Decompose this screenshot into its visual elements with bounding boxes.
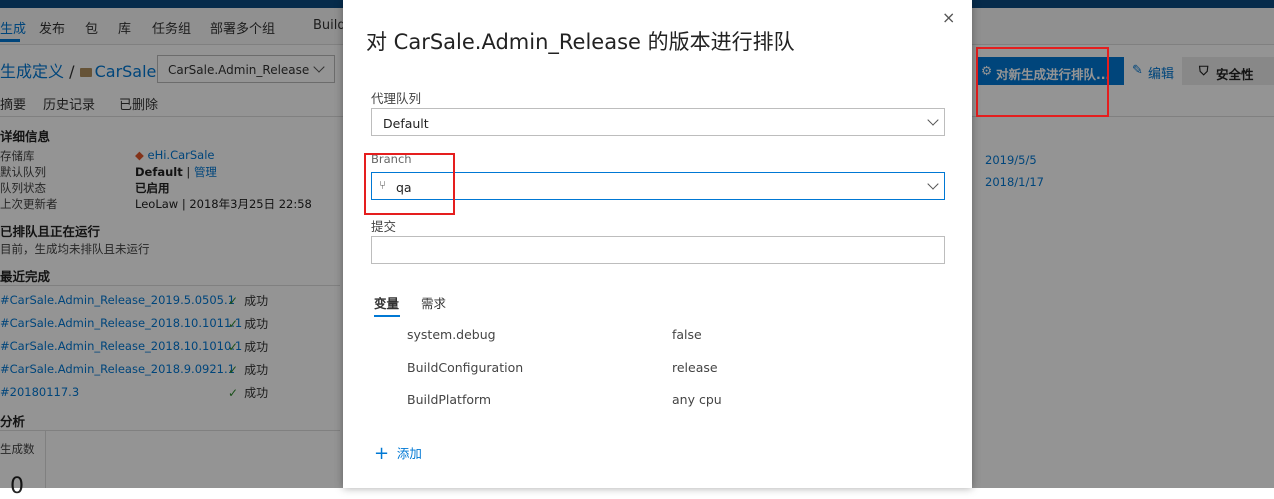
chevron-down-icon — [927, 178, 939, 190]
agent-queue-select[interactable]: Default — [371, 108, 945, 136]
agent-queue-value: Default — [383, 116, 429, 131]
highlight-box — [976, 47, 1109, 117]
variable-value[interactable]: false — [672, 327, 702, 342]
chevron-down-icon — [927, 114, 939, 126]
commit-label: 提交 — [371, 219, 397, 234]
dialog-title: 对 CarSale.Admin_Release 的版本进行排队 — [366, 30, 795, 54]
tab-demands[interactable]: 需求 — [421, 293, 446, 312]
branch-select[interactable]: ⑂ qa — [371, 172, 945, 200]
variable-name[interactable]: BuildConfiguration — [407, 360, 523, 375]
variable-name[interactable]: BuildPlatform — [407, 392, 491, 407]
add-variable-button[interactable]: + 添加 — [374, 442, 422, 464]
tab-variables[interactable]: 变量 — [374, 293, 399, 312]
plus-icon: + — [374, 443, 390, 464]
tab-active-indicator — [374, 315, 400, 317]
variable-value[interactable]: any cpu — [672, 392, 722, 407]
commit-input[interactable] — [371, 236, 945, 264]
variable-value[interactable]: release — [672, 360, 718, 375]
variable-name[interactable]: system.debug — [407, 327, 496, 342]
close-icon[interactable]: × — [942, 8, 955, 27]
highlight-box — [364, 153, 455, 215]
agent-queue-label: 代理队列 — [371, 91, 422, 106]
queue-build-dialog: 对 CarSale.Admin_Release 的版本进行排队 × 代理队列 D… — [343, 0, 972, 488]
